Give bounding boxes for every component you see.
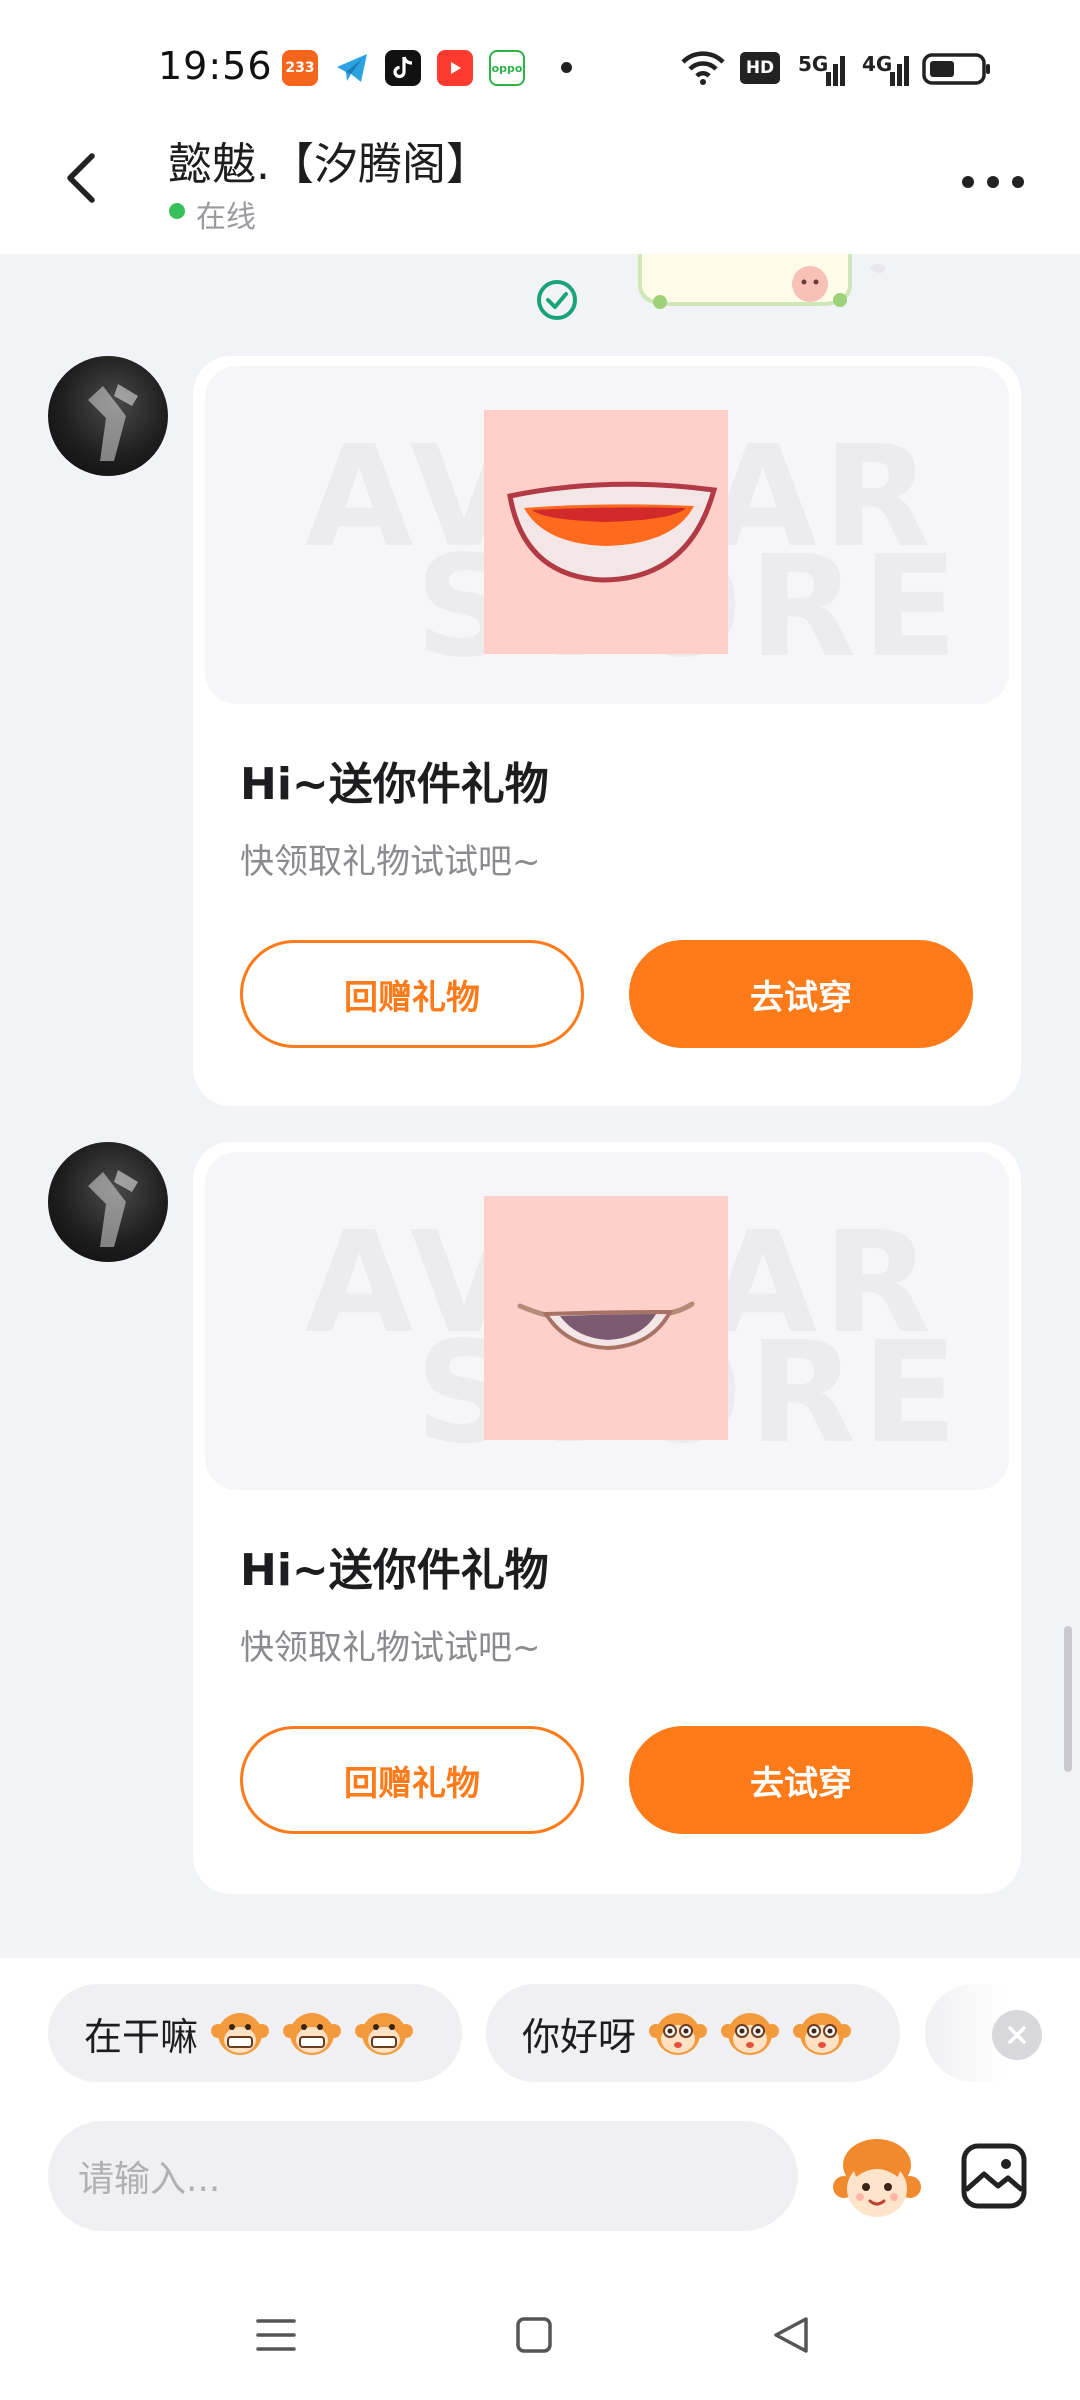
telegram-icon [334, 50, 370, 86]
more-notifications-dot [561, 62, 572, 73]
gift-subtitle: 快领取礼物试试吧~ [240, 842, 541, 882]
battery-icon [922, 52, 992, 86]
gift-title: Hi~送你件礼物 [240, 759, 549, 810]
close-icon [1008, 2026, 1026, 2044]
sticker-button[interactable] [832, 2135, 922, 2225]
message-input[interactable]: 请输入... [48, 2121, 798, 2231]
online-status-label: 在线 [196, 200, 256, 235]
waving-monkey-emoji-icon [721, 2013, 780, 2055]
monkey-sticker-icon [833, 2139, 921, 2217]
signal-sim1-icon [806, 54, 846, 86]
quick-reply-chip[interactable]: 在干嘛 [48, 1984, 462, 2082]
chat-header [0, 130, 1080, 254]
more-options-button[interactable] [962, 170, 1024, 194]
gift-mouth-image[interactable] [484, 1196, 728, 1440]
try-on-button[interactable]: 去试穿 [629, 940, 973, 1048]
home-nav-button[interactable] [504, 2305, 564, 2365]
quick-reply-chip[interactable]: 你好呀 [486, 1984, 900, 2082]
image-icon [961, 2143, 1027, 2209]
gift-subtitle: 快领取礼物试试吧~ [240, 1628, 541, 1668]
wifi-icon [680, 50, 726, 86]
try-on-button[interactable]: 去试穿 [629, 1726, 973, 1834]
quick-reply-text: 在干嘛 [84, 2014, 199, 2059]
grinning-monkey-emoji-icon [211, 2013, 270, 2055]
read-receipt-icon [535, 278, 579, 322]
signal-sim2-icon [870, 54, 910, 86]
chevron-left-icon [67, 153, 95, 203]
close-quick-replies-button[interactable] [992, 2010, 1042, 2060]
sender-avatar[interactable] [48, 1142, 168, 1262]
oppo-store-icon: oppo [489, 50, 525, 86]
menu-icon [256, 2319, 296, 2351]
square-icon [516, 2317, 552, 2353]
waving-monkey-emoji-icon [793, 2013, 852, 2055]
tiktok-icon [385, 50, 421, 86]
233-app-icon: 233 [282, 50, 318, 86]
status-time: 19:56 [158, 44, 273, 88]
triangle-back-icon [774, 2317, 808, 2353]
grinning-monkey-emoji-icon [283, 2013, 342, 2055]
grinning-monkey-emoji-icon [355, 2013, 414, 2055]
waving-monkey-emoji-icon [649, 2013, 708, 2055]
gift-title: Hi~送你件礼物 [240, 1545, 549, 1596]
message-input-placeholder: 请输入... [78, 2159, 221, 2200]
return-gift-button[interactable]: 回赠礼物 [240, 1726, 584, 1834]
chat-title[interactable]: 懿魃.【汐腾阁】 [168, 128, 490, 192]
hd-voice-icon: HD [740, 52, 780, 84]
scroll-indicator[interactable] [1064, 1626, 1072, 1772]
back-nav-button[interactable] [762, 2305, 822, 2365]
gift-mouth-image[interactable] [484, 410, 728, 654]
menu-nav-button[interactable] [246, 2305, 306, 2365]
quick-reply-text: 你好呀 [522, 2014, 637, 2059]
back-button[interactable] [58, 148, 108, 208]
return-gift-button[interactable]: 回赠礼物 [240, 940, 584, 1048]
sender-avatar[interactable] [48, 356, 168, 476]
youtube-icon [437, 50, 473, 86]
online-status-dot [169, 203, 185, 219]
previous-sticker-message[interactable] [630, 254, 890, 310]
image-picker-button[interactable] [958, 2140, 1030, 2212]
